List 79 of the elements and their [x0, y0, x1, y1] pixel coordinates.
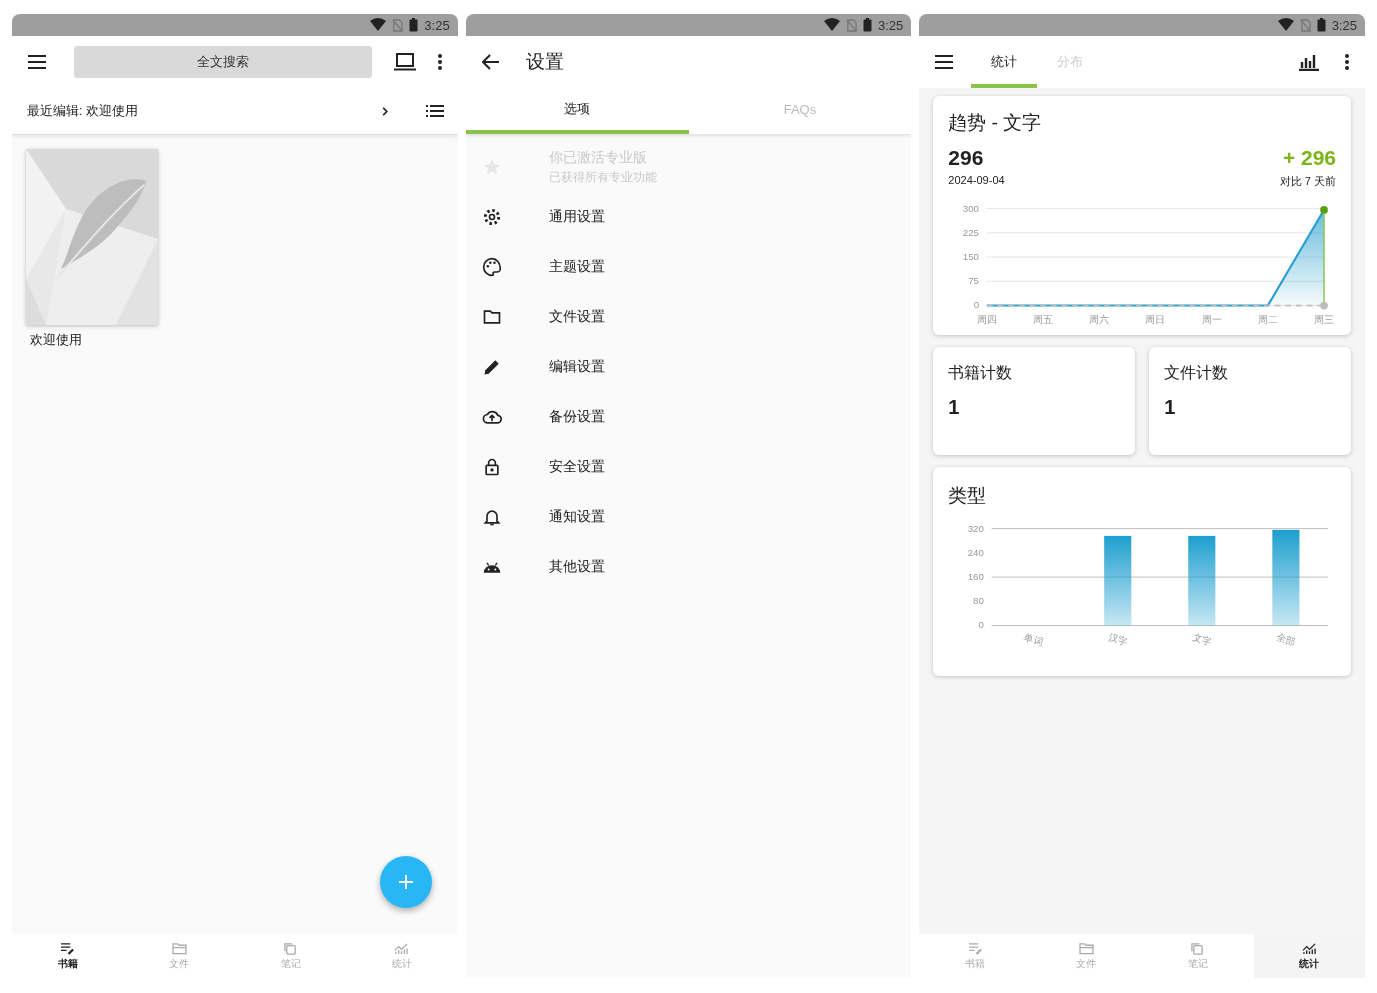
- copy-icon: [1190, 941, 1206, 955]
- axis-tick-label: 240: [968, 546, 985, 558]
- no-sim-icon: [846, 18, 858, 32]
- wifi-icon: [824, 18, 841, 32]
- status-time: 3:25: [424, 17, 450, 33]
- marker-dot: [1320, 301, 1329, 310]
- count-value: 1: [1164, 395, 1176, 419]
- folder-icon: [1078, 941, 1094, 955]
- axis-tick-label: 周四: [977, 314, 998, 325]
- list-edit-icon: [967, 941, 983, 955]
- card-title: 文件计数: [1164, 362, 1229, 383]
- count-value: 1: [948, 395, 960, 419]
- folder-icon: [171, 941, 187, 955]
- wifi-icon: [370, 18, 387, 32]
- axis-tick-label: 单词: [1023, 631, 1046, 648]
- settings-item[interactable]: 文件设置: [465, 292, 912, 342]
- axis-tick-label: 周三: [1314, 314, 1335, 325]
- settings-item[interactable]: 安全设置: [465, 442, 912, 492]
- menu-icon[interactable]: [935, 55, 954, 69]
- battery-icon: [863, 18, 873, 32]
- axis-tick-label: 75: [968, 275, 980, 287]
- copy-icon: [283, 941, 299, 955]
- axis-tick-label: 320: [968, 522, 985, 534]
- total-value: 296: [948, 146, 985, 170]
- card-title: 趋势 - 文字: [948, 111, 1042, 135]
- axis-tick-label: 文字: [1191, 631, 1214, 648]
- settings-item[interactable]: 主题设置: [465, 242, 912, 292]
- chart-icon: [1301, 941, 1317, 955]
- laptop-icon[interactable]: [393, 53, 416, 71]
- page-title: 设置: [525, 50, 564, 74]
- no-sim-icon: [1299, 18, 1311, 32]
- axis-tick-label: 周五: [1033, 314, 1054, 325]
- axis-tick-label: 全部: [1275, 631, 1298, 648]
- nav-tab[interactable]: 统计: [1253, 934, 1365, 978]
- plus-icon: [397, 874, 414, 890]
- settings-item[interactable]: 其他设置: [465, 542, 912, 592]
- bell-icon: [481, 507, 502, 527]
- axis-tick-label: 160: [968, 570, 985, 582]
- list-edit-icon: [60, 941, 76, 955]
- settings-item[interactable]: 备份设置: [465, 392, 912, 442]
- pencil-icon: [481, 357, 502, 377]
- back-arrow-icon[interactable]: [481, 54, 500, 70]
- more-icon[interactable]: [1345, 54, 1349, 70]
- axis-tick-label: 150: [963, 251, 980, 262]
- card-title: 书籍计数: [948, 362, 1013, 383]
- comparison-label: 对比 7 天前: [1279, 174, 1336, 189]
- settings-item[interactable]: 通知设置: [465, 492, 912, 542]
- bar-chart-icon[interactable]: [1299, 53, 1319, 71]
- settings-item[interactable]: 编辑设置: [465, 342, 912, 392]
- book-title[interactable]: 欢迎使用: [26, 331, 82, 349]
- search-button[interactable]: 全文搜索: [74, 46, 372, 78]
- axis-tick-label: 300: [963, 202, 980, 214]
- palette-icon: [481, 257, 502, 277]
- card-title: 类型: [948, 483, 987, 508]
- axis-tick-label: 周日: [1145, 314, 1166, 325]
- list-icon[interactable]: [425, 105, 444, 117]
- wifi-icon: [1277, 18, 1294, 32]
- more-icon[interactable]: [437, 54, 442, 70]
- change-value: + 296: [1282, 146, 1336, 170]
- axis-tick-label: 80: [973, 595, 985, 606]
- status-time: 3:25: [878, 17, 904, 33]
- chevron-right-icon[interactable]: [381, 106, 388, 116]
- axis-tick-label: 0: [974, 299, 980, 311]
- axis-tick-label: 周六: [1089, 314, 1110, 325]
- data-point: [1320, 206, 1329, 214]
- chart-icon: [394, 941, 410, 955]
- battery-icon: [409, 18, 419, 32]
- axis-tick-label: 225: [963, 226, 980, 238]
- battery-icon: [1316, 18, 1326, 32]
- gear-icon: [481, 207, 502, 227]
- axis-tick-label: 0: [978, 619, 985, 631]
- axis-tick-label: 汉字: [1107, 631, 1130, 648]
- date-label: 2024-09-04: [948, 174, 1005, 186]
- settings-item[interactable]: 通用设置: [465, 192, 912, 242]
- menu-icon[interactable]: [28, 55, 46, 69]
- no-sim-icon: [392, 18, 404, 32]
- folder-icon: [481, 307, 502, 327]
- status-time: 3:25: [1331, 17, 1357, 33]
- tab[interactable]: 选项: [465, 88, 689, 134]
